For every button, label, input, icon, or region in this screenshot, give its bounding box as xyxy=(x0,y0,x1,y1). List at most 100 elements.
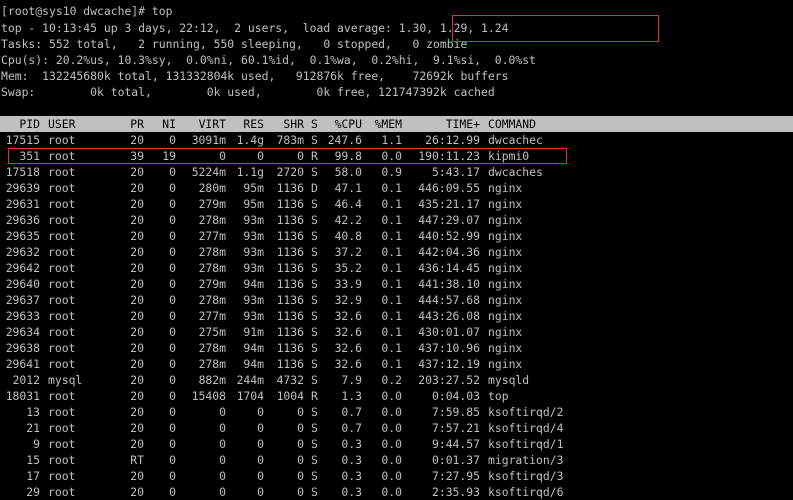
cell-command: nginx xyxy=(488,325,523,339)
cell-user: root xyxy=(48,357,76,371)
cell-shr: 1136 xyxy=(276,181,304,195)
process-row[interactable]: 29636 root 20 0 278m 93m 1136 S 42.2 0.1 447:29.07… xyxy=(0,212,793,228)
cell-command: nginx xyxy=(488,261,523,275)
cell-user: root xyxy=(48,277,76,291)
process-row[interactable]: 29632 root 20 0 278m 93m 1136 S 37.2 0.1 442:04.36… xyxy=(0,244,793,260)
cell-res: 0 xyxy=(257,421,264,435)
process-row[interactable]: 9 root 20 0 0 0 0 S 0.3 0.0 9:44.57 ksoftirqd/1 xyxy=(0,436,793,452)
process-row[interactable]: 29633 root 20 0 277m 93m 1136 S 32.6 0.1 443:26.08… xyxy=(0,308,793,324)
cell-cpu: 58.0 xyxy=(334,165,362,179)
process-row[interactable]: 21 root 20 0 0 0 0 S 0.7 0.0 7:57.21 ksoftirqd/4 xyxy=(0,420,793,436)
cell-virt: 279m xyxy=(198,277,226,291)
cell-time: 430:01.07 xyxy=(418,325,480,339)
cell-shr: 0 xyxy=(297,469,304,483)
cell-user: root xyxy=(48,437,76,451)
process-row[interactable]: 29 root 20 0 0 0 0 S 0.3 0.0 2:35.93 ksoftirqd/6 xyxy=(0,484,793,500)
process-row[interactable]: 17518 root 20 0 5224m 1.1g 2720 S 58.0 0.9 5:43.17… xyxy=(0,164,793,180)
process-row[interactable]: 29634 root 20 0 275m 91m 1136 S 32.6 0.1 430:01.07… xyxy=(0,324,793,340)
cell-command: nginx xyxy=(488,341,523,355)
process-row[interactable]: 18031 root 20 0 15408 1704 1004 R 1.3 0.0 0:04.03 t… xyxy=(0,388,793,404)
cell-res: 95m xyxy=(243,197,264,211)
cell-virt: 278m xyxy=(198,357,226,371)
cell-pr: 20 xyxy=(130,165,144,179)
cell-res: 93m xyxy=(243,245,264,259)
process-row[interactable]: 17515 root 20 0 3091m 1.4g 783m S 247.6 1.1 26:12.… xyxy=(0,132,793,148)
cell-shr: 1136 xyxy=(276,293,304,307)
cell-user: root xyxy=(48,325,76,339)
cell-state: S xyxy=(311,341,318,355)
cell-mem: 0.2 xyxy=(381,373,402,387)
process-row[interactable]: 29640 root 20 0 279m 94m 1136 S 33.9 0.1 441:38.10… xyxy=(0,276,793,292)
cell-shr: 1136 xyxy=(276,277,304,291)
cell-ni: 0 xyxy=(169,277,176,291)
cell-state: S xyxy=(311,133,318,147)
cell-shr: 1136 xyxy=(276,245,304,259)
cell-pr: 20 xyxy=(130,229,144,243)
cell-virt: 3091m xyxy=(191,133,226,147)
cell-mem: 0.1 xyxy=(381,245,402,259)
col-header-virt: VIRT xyxy=(198,117,226,131)
process-row[interactable]: 17 root 20 0 0 0 0 S 0.3 0.0 7:27.95 ksoftirqd/3 xyxy=(0,468,793,484)
terminal-window[interactable]: [root@sys10 dwcache]# top top - 10:13:45… xyxy=(0,0,793,499)
cell-user: root xyxy=(48,389,76,403)
cell-pr: 20 xyxy=(130,245,144,259)
cell-shr: 4732 xyxy=(276,373,304,387)
cell-cpu: 7.9 xyxy=(341,373,362,387)
cell-pr: 20 xyxy=(130,421,144,435)
cell-cpu: 1.3 xyxy=(341,389,362,403)
cell-ni: 0 xyxy=(169,453,176,467)
cell-pr: 20 xyxy=(130,437,144,451)
cell-pid: 29 xyxy=(26,485,40,499)
cell-res: 93m xyxy=(243,229,264,243)
cell-pid: 29639 xyxy=(5,181,40,195)
process-row[interactable]: 29642 root 20 0 278m 93m 1136 S 35.2 0.1 436:14.45… xyxy=(0,260,793,276)
cell-state: S xyxy=(311,357,318,371)
cell-mem: 0.1 xyxy=(381,341,402,355)
cell-pid: 9 xyxy=(33,437,40,451)
cell-pr: 20 xyxy=(130,373,144,387)
cell-res: 0 xyxy=(257,437,264,451)
cell-virt: 279m xyxy=(198,197,226,211)
cell-user: root xyxy=(48,229,76,243)
cell-user: root xyxy=(48,469,76,483)
cell-cpu: 32.6 xyxy=(334,325,362,339)
cell-command: nginx xyxy=(488,277,523,291)
cell-time: 444:57.68 xyxy=(418,293,480,307)
cell-mem: 0.0 xyxy=(381,389,402,403)
cell-virt: 0 xyxy=(219,485,226,499)
process-table-header: PID USER PR NI VIRT RES SHR S %CPU %MEM … xyxy=(0,116,536,132)
process-row[interactable]: 2012 mysql 20 0 882m 244m 4732 S 7.9 0.2 203:27.52… xyxy=(0,372,793,388)
cell-cpu: 35.2 xyxy=(334,261,362,275)
cell-ni: 0 xyxy=(169,213,176,227)
cell-ni: 0 xyxy=(169,245,176,259)
tasks-line: Tasks: 552 total, 2 running, 550 sleepin… xyxy=(1,37,468,51)
cell-cpu: 0.3 xyxy=(341,469,362,483)
process-row[interactable]: 29635 root 20 0 277m 93m 1136 S 40.8 0.1 440:52.99… xyxy=(0,228,793,244)
cell-command: nginx xyxy=(488,309,523,323)
process-row[interactable]: 29638 root 20 0 278m 94m 1136 S 32.6 0.1 437:10.96… xyxy=(0,340,793,356)
process-row[interactable]: 15 root RT 0 0 0 0 S 0.3 0.0 0:01.37 migration/3 xyxy=(0,452,793,468)
process-row[interactable]: 29641 root 20 0 278m 94m 1136 S 32.6 0.1 437:12.19… xyxy=(0,356,793,372)
cell-shr: 1136 xyxy=(276,309,304,323)
process-row[interactable]: 13 root 20 0 0 0 0 S 0.7 0.0 7:59.85 ksoftirqd/2 xyxy=(0,404,793,420)
cell-mem: 0.1 xyxy=(381,325,402,339)
process-row[interactable]: 29637 root 20 0 278m 93m 1136 S 32.9 0.1 444:57.68… xyxy=(0,292,793,308)
cell-time: 446:09.55 xyxy=(418,181,480,195)
cell-state: S xyxy=(311,485,318,499)
cell-state: D xyxy=(311,181,318,195)
cell-mem: 0.1 xyxy=(381,293,402,307)
process-row[interactable]: 29631 root 20 0 279m 95m 1136 S 46.4 0.1 435:21.17… xyxy=(0,196,793,212)
cell-cpu: 42.2 xyxy=(334,213,362,227)
swap-line: Swap: 0k total, 0k used, 0k free, 121747… xyxy=(1,85,495,99)
cell-state: S xyxy=(311,165,318,179)
cell-ni: 0 xyxy=(169,325,176,339)
cell-pr: 20 xyxy=(130,389,144,403)
cell-virt: 277m xyxy=(198,229,226,243)
cell-pr: 20 xyxy=(130,309,144,323)
cell-pr: RT xyxy=(130,453,144,467)
cell-virt: 0 xyxy=(219,421,226,435)
cell-command: nginx xyxy=(488,197,523,211)
process-row[interactable]: 29639 root 20 0 280m 95m 1136 D 47.1 0.1 446:09.55… xyxy=(0,180,793,196)
cell-pid: 15 xyxy=(26,453,40,467)
mem-line: Mem: 132245680k total, 131332804k used, … xyxy=(1,69,509,83)
